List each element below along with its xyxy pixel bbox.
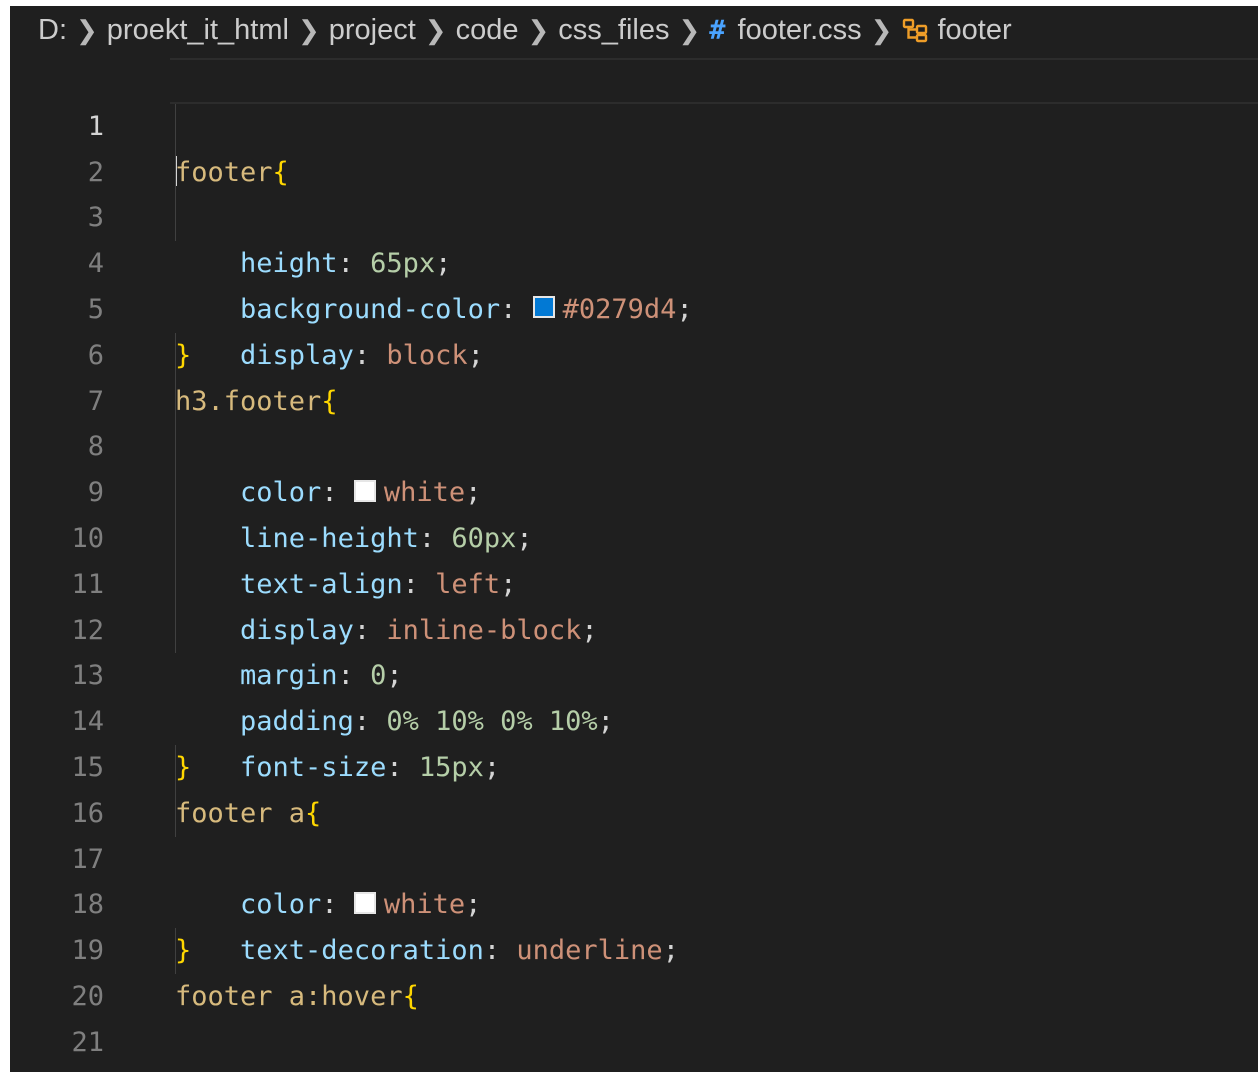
code-line[interactable]: 14 } [10,653,1258,783]
code-line[interactable]: 2 height: 65px; [10,103,1258,279]
breadcrumb-item-code[interactable]: code [456,14,519,47]
code-line[interactable]: 19 footer a:hover{ [10,882,1258,1012]
breadcrumb-item-project[interactable]: project [329,14,416,47]
indent-guide [175,424,176,471]
chevron-right-icon: ❯ [424,14,447,45]
indent-guide [175,470,176,516]
code-line[interactable]: 5 } [10,241,1258,371]
code-line[interactable]: 18 } [10,837,1258,966]
indent-guide [175,744,176,791]
chevron-right-icon: ❯ [76,14,98,45]
indent-guide [175,790,176,837]
hash-icon: # [709,14,726,46]
code-line[interactable]: 21 } [10,974,1258,1058]
code-line[interactable]: 7 color: white; [10,332,1258,508]
code-editor[interactable]: D: ❯ proekt_it_html ❯ project ❯ code ❯ c… [10,6,1258,1072]
breadcrumb-item-symbol[interactable]: footer [937,14,1011,47]
code-line[interactable]: 1 footer{ [10,58,1258,188]
breadcrumb-item-drive[interactable]: D: [38,14,67,47]
code-line[interactable]: 4 display: block; [10,195,1258,371]
code-line[interactable]: 11 margin: 0; [10,515,1258,691]
indent-guide [175,515,176,562]
code-line[interactable]: 9 text-align: left; [10,424,1258,600]
indent-guide [175,607,176,654]
breadcrumb: D: ❯ proekt_it_html ❯ project ❯ code ❯ c… [10,6,1258,54]
line-number: 21 [71,1026,104,1058]
breadcrumb-item-css-files[interactable]: css_files [558,14,669,47]
code-line[interactable]: 10 display: inline-block; [10,470,1258,646]
breadcrumb-item-proekt[interactable]: proekt_it_html [107,14,289,47]
indent-guide [175,378,176,425]
indent-guide [175,195,176,242]
code-line[interactable]: 12 padding: 0% 10% 0% 10%; [10,561,1258,737]
code-line[interactable]: 20 cursor: pointer; [10,928,1258,1012]
breadcrumb-item-file[interactable]: footer.css [738,14,862,47]
code-area[interactable]: 1 footer{ 2 height: 65px; 3 background-c… [10,58,1258,1058]
code-line[interactable]: 6 h3.footer{ [10,287,1258,417]
chevron-right-icon: ❯ [297,14,320,45]
indent-guide [175,332,176,379]
code-line[interactable]: 15 footer a{ [10,699,1258,829]
chevron-right-icon: ❯ [870,14,893,45]
indent-guide [175,928,176,974]
code-line[interactable]: 8 line-height: 60px; [10,378,1258,554]
chevron-right-icon: ❯ [678,14,701,45]
code-line[interactable]: 16 color: white; [10,744,1258,920]
chevron-right-icon: ❯ [527,14,550,45]
code-line[interactable]: 13 font-size: 15px; [10,607,1258,783]
indent-guide [175,561,176,608]
indent-guide [175,103,176,150]
code-line[interactable]: 3 background-color: #0279d4; [10,149,1258,325]
symbol-structure-icon [903,18,928,43]
code-line[interactable]: 17 text-decoration: underline; [10,790,1258,966]
indent-guide [175,149,176,196]
